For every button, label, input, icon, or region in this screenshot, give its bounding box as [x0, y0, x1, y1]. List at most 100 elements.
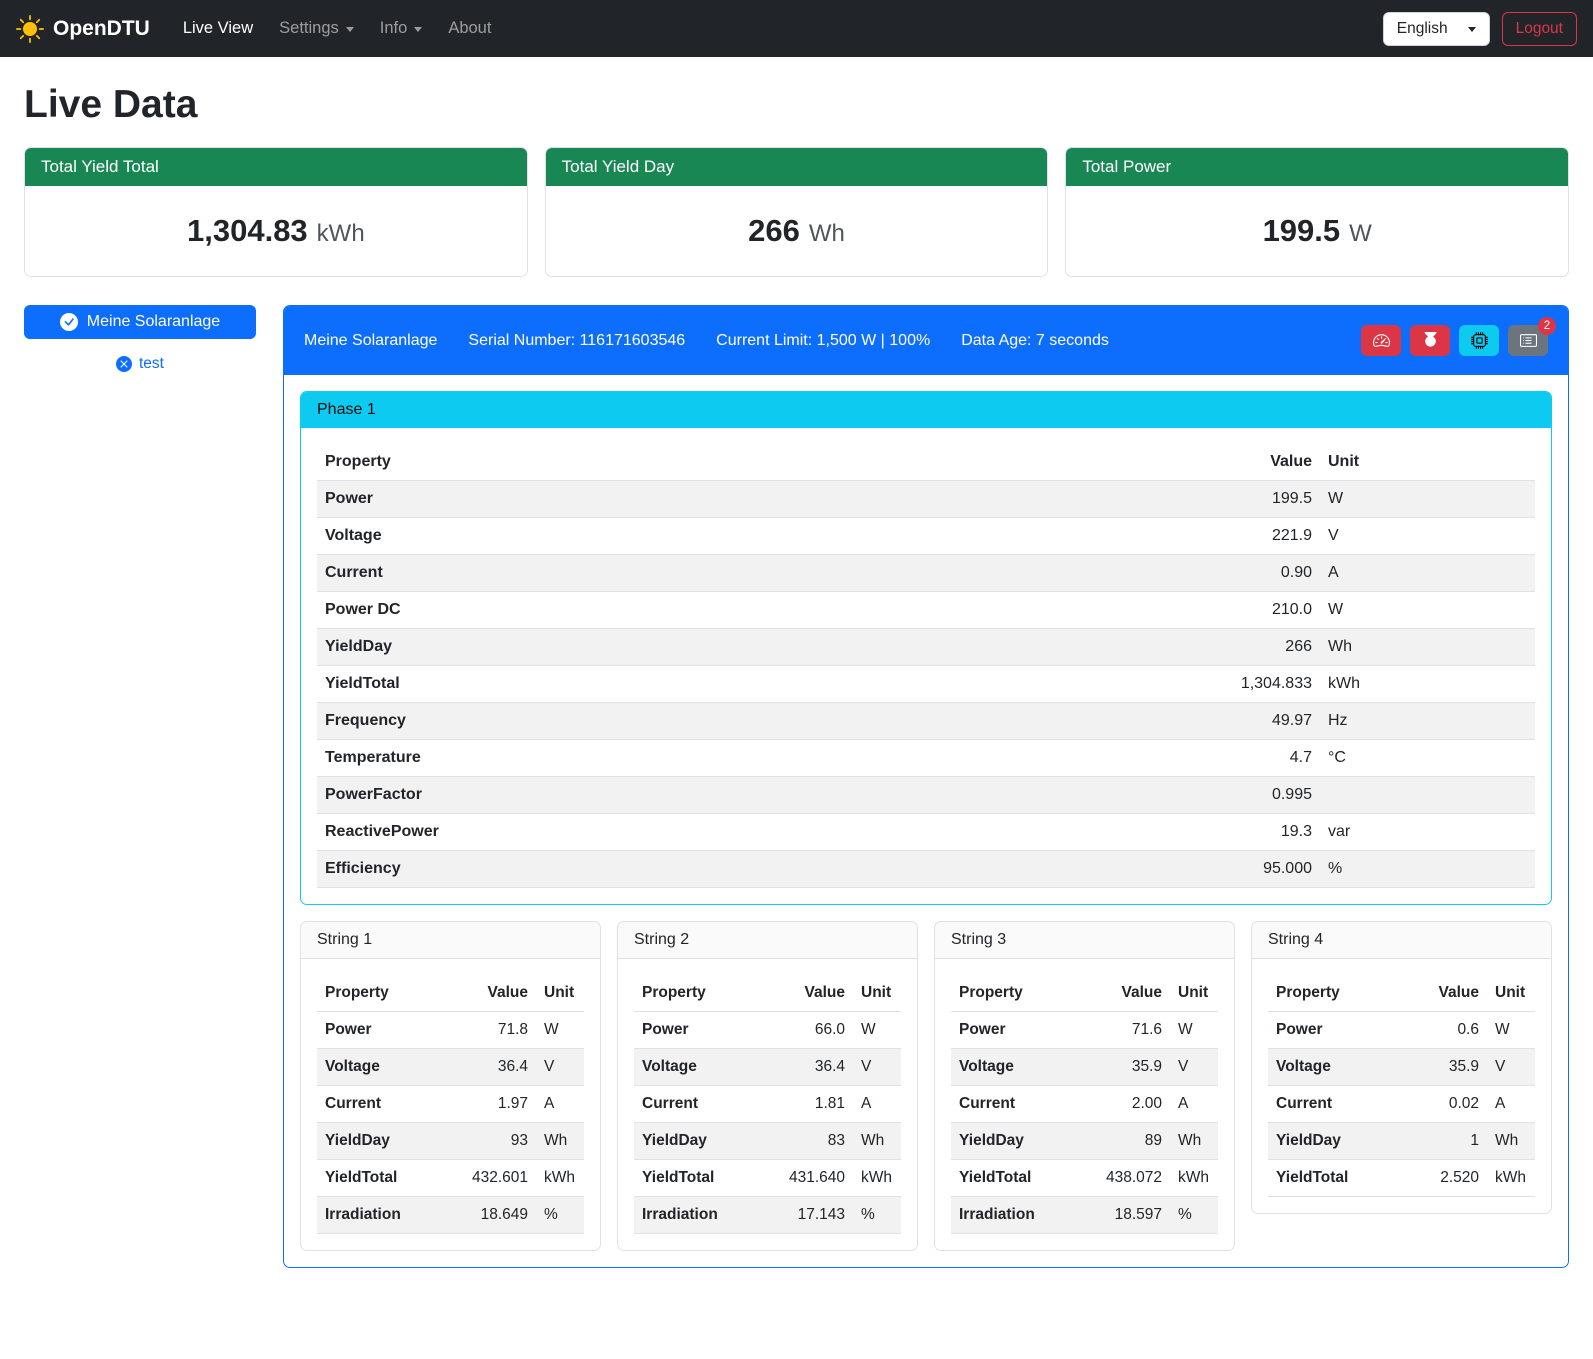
- string-table-head: PropertyValueUnit: [951, 975, 1218, 1012]
- nav-links: Live View Settings Info About: [170, 11, 505, 46]
- unit-cell: W: [1320, 592, 1535, 629]
- value-header: Value: [778, 975, 853, 1012]
- string-table-row: YieldDay1Wh: [1268, 1123, 1535, 1160]
- brand[interactable]: OpenDTU: [16, 15, 150, 43]
- string-table-row: Irradiation17.143%: [634, 1197, 901, 1234]
- unit-cell: kWh: [1487, 1160, 1535, 1197]
- language-select[interactable]: English: [1383, 12, 1490, 46]
- property-cell: YieldTotal: [317, 1160, 461, 1197]
- string-table-header-row: PropertyValueUnit: [634, 975, 901, 1012]
- inverter-panel-body: Phase 1 Property Value Unit Power199.5WV…: [284, 375, 1568, 1267]
- top-navbar: OpenDTU Live View Settings Info About En…: [0, 0, 1593, 57]
- value-header: Value: [1095, 975, 1170, 1012]
- card-body: 1,304.83kWh: [25, 186, 527, 276]
- power-icon: [1422, 332, 1439, 349]
- unit-cell: Wh: [853, 1123, 901, 1160]
- nav-right: English Logout: [1383, 12, 1577, 46]
- phase-table-body: Power199.5WVoltage221.9VCurrent0.90APowe…: [317, 481, 1535, 888]
- string-table-row: Voltage35.9V: [1268, 1049, 1535, 1086]
- value-cell: 35.9: [1095, 1049, 1170, 1086]
- property-cell: Irradiation: [317, 1197, 461, 1234]
- property-cell: Current: [951, 1086, 1095, 1123]
- string-table-row: YieldDay83Wh: [634, 1123, 901, 1160]
- value-cell: 18.597: [1095, 1197, 1170, 1234]
- value-cell: 49.97: [1175, 703, 1320, 740]
- string-table-row: Power71.8W: [317, 1012, 584, 1049]
- unit-cell: W: [1170, 1012, 1218, 1049]
- limit-settings-button[interactable]: [1361, 325, 1401, 356]
- sun-icon: [16, 15, 44, 43]
- property-cell: YieldDay: [634, 1123, 778, 1160]
- property-cell: ReactivePower: [317, 814, 1175, 851]
- value-cell: 431.640: [778, 1160, 853, 1197]
- total-yield-total-card: Total Yield Total 1,304.83kWh: [24, 147, 528, 277]
- nav-item-about[interactable]: About: [435, 11, 504, 46]
- property-header: Property: [1268, 975, 1412, 1012]
- unit-cell: Wh: [1487, 1123, 1535, 1160]
- nav-item-live-view[interactable]: Live View: [170, 11, 266, 46]
- string-table-row: Irradiation18.649%: [317, 1197, 584, 1234]
- nav-item-label: Info: [380, 19, 408, 38]
- property-cell: Efficiency: [317, 851, 1175, 888]
- inverter-actions: 2: [1361, 325, 1548, 356]
- value-cell: 17.143: [778, 1197, 853, 1234]
- event-count-badge: 2: [1538, 317, 1556, 335]
- unit-header: Unit: [853, 975, 901, 1012]
- string-table-row: Current1.81A: [634, 1086, 901, 1123]
- card-title: Total Power: [1066, 148, 1568, 186]
- property-cell: YieldDay: [1268, 1123, 1412, 1160]
- inverter-panel-header: Meine Solaranlage Serial Number: 1161716…: [284, 306, 1568, 375]
- card-body: 266Wh: [546, 186, 1048, 276]
- string-table-row: Power66.0W: [634, 1012, 901, 1049]
- card-value: 199.5: [1263, 213, 1341, 248]
- card-unit: Wh: [809, 220, 845, 247]
- event-log-button[interactable]: 2: [1508, 325, 1548, 356]
- string-table-row: YieldDay93Wh: [317, 1123, 584, 1160]
- logout-button[interactable]: Logout: [1502, 12, 1577, 46]
- property-cell: Voltage: [634, 1049, 778, 1086]
- property-cell: Irradiation: [634, 1197, 778, 1234]
- journal-list-icon: [1520, 332, 1537, 349]
- phase-table-row: Temperature4.7°C: [317, 740, 1535, 777]
- property-cell: YieldTotal: [951, 1160, 1095, 1197]
- string-table-row: Power71.6W: [951, 1012, 1218, 1049]
- phase-table-row: ReactivePower19.3var: [317, 814, 1535, 851]
- phase-card-body: Property Value Unit Power199.5WVoltage22…: [301, 428, 1551, 904]
- power-button[interactable]: [1410, 325, 1450, 356]
- property-cell: Frequency: [317, 703, 1175, 740]
- phase-table-row: YieldDay266Wh: [317, 629, 1535, 666]
- nav-item-label: Live View: [183, 19, 253, 38]
- inverter-select-button[interactable]: Meine Solaranlage: [24, 305, 256, 339]
- property-cell: Temperature: [317, 740, 1175, 777]
- string-card: String 2PropertyValueUnitPower66.0WVolta…: [617, 921, 918, 1251]
- value-cell: 18.649: [461, 1197, 536, 1234]
- string-table-row: Current1.97A: [317, 1086, 584, 1123]
- unit-cell: %: [853, 1197, 901, 1234]
- phase-table-row: Power DC210.0W: [317, 592, 1535, 629]
- unit-cell: V: [853, 1049, 901, 1086]
- nav-item-settings[interactable]: Settings: [266, 11, 367, 46]
- string-table-head: PropertyValueUnit: [1268, 975, 1535, 1012]
- value-cell: 2.520: [1412, 1160, 1487, 1197]
- string-table: PropertyValueUnitPower71.8WVoltage36.4VC…: [317, 975, 584, 1234]
- device-info-button[interactable]: [1459, 325, 1499, 356]
- value-cell: 0.02: [1412, 1086, 1487, 1123]
- unit-cell: A: [536, 1086, 584, 1123]
- value-cell: 1: [1412, 1123, 1487, 1160]
- phase-card-title: Phase 1: [301, 392, 1551, 428]
- value-cell: 19.3: [1175, 814, 1320, 851]
- nav-item-label: Settings: [279, 19, 339, 38]
- string-table: PropertyValueUnitPower66.0WVoltage36.4VC…: [634, 975, 901, 1234]
- unit-cell: Hz: [1320, 703, 1535, 740]
- property-cell: YieldDay: [317, 1123, 461, 1160]
- unit-cell: W: [853, 1012, 901, 1049]
- property-cell: Voltage: [951, 1049, 1095, 1086]
- nav-item-info[interactable]: Info: [367, 11, 436, 46]
- unit-cell: kWh: [853, 1160, 901, 1197]
- unit-cell: °C: [1320, 740, 1535, 777]
- unit-cell: %: [536, 1197, 584, 1234]
- property-cell: Power: [634, 1012, 778, 1049]
- phase-table-row: PowerFactor0.995: [317, 777, 1535, 814]
- inverter-limit: Current Limit: 1,500 W | 100%: [716, 332, 930, 350]
- inverter-item-test[interactable]: test: [24, 355, 256, 373]
